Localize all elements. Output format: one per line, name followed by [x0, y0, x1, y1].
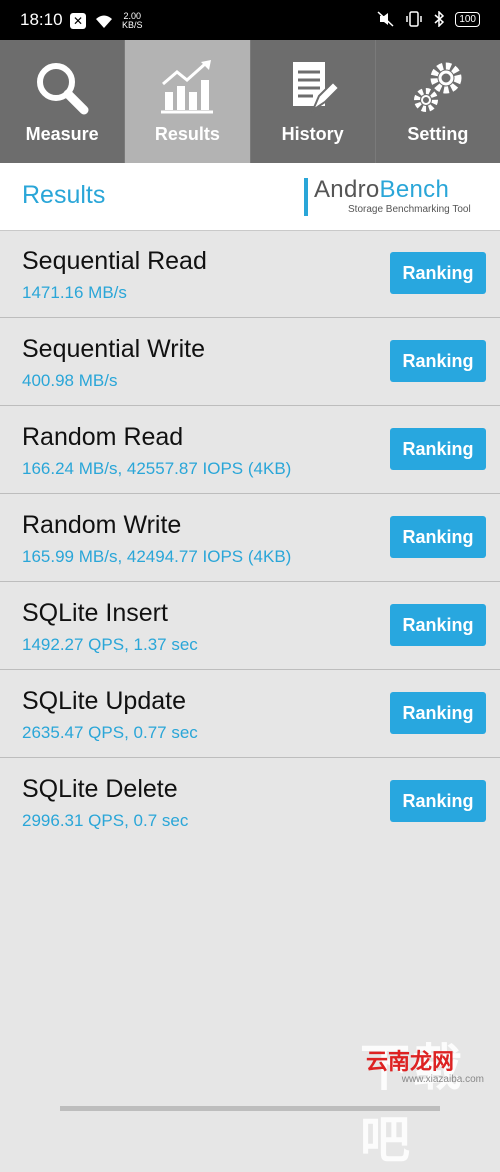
battery-icon: 100: [455, 11, 480, 27]
androbench-logo: AndroBench Storage Benchmarking Tool: [304, 176, 480, 218]
tab-label: Setting: [407, 124, 469, 144]
status-bar: 18:10 ✕ 2.00 KB/S 100: [0, 0, 500, 40]
navigation-gesture-bar[interactable]: [60, 1106, 440, 1111]
ranking-button[interactable]: Ranking: [390, 604, 486, 646]
logo-bar: [304, 178, 308, 216]
wifi-icon: [96, 15, 112, 28]
net-speed: 2.00 KB/S: [122, 11, 143, 30]
tab-measure[interactable]: Measure: [0, 40, 126, 163]
result-row-random-write: Random Write 165.99 MB/s, 42494.77 IOPS …: [0, 494, 500, 582]
page-title: Results: [22, 181, 106, 209]
result-value: 2996.31 QPS, 0.7 sec: [22, 811, 189, 830]
bluetooth-icon: [434, 11, 445, 27]
result-value: 1492.27 QPS, 1.37 sec: [22, 635, 198, 654]
result-value: 400.98 MB/s: [22, 371, 118, 390]
ranking-button[interactable]: Ranking: [390, 428, 486, 470]
ranking-button[interactable]: Ranking: [390, 340, 486, 382]
mute-vibrate-icon: [377, 11, 394, 27]
result-value: 1471.16 MB/s: [22, 283, 127, 302]
status-time: 18:10: [20, 10, 63, 29]
result-value: 165.99 MB/s, 42494.77 IOPS (4KB): [22, 547, 292, 566]
tab-label: Results: [154, 124, 220, 144]
result-name: Random Read: [22, 423, 184, 451]
notification-icon: ✕: [70, 13, 86, 29]
result-value: 2635.47 QPS, 0.77 sec: [22, 723, 198, 742]
tab-bar: Measure Results History Setting: [0, 40, 500, 163]
logo-subtitle: Storage Benchmarking Tool: [348, 204, 471, 215]
result-row-sequential-write: Sequential Write 400.98 MB/s Ranking: [0, 318, 500, 406]
document-pen-icon: [292, 62, 341, 113]
ranking-button[interactable]: Ranking: [390, 516, 486, 558]
result-row-sqlite-insert: SQLite Insert 1492.27 QPS, 1.37 sec Rank…: [0, 582, 500, 670]
watermark-red-text: 云南龙网: [365, 1049, 454, 1074]
tab-label: Measure: [25, 124, 99, 144]
results-list: Sequential Read 1471.16 MB/s Ranking Seq…: [0, 230, 500, 845]
vibrate-icon: [406, 11, 423, 27]
watermark: 下载吧 云南龙网 www.xiazaiba.com: [360, 1040, 490, 1168]
result-row-sqlite-update: SQLite Update 2635.47 QPS, 0.77 sec Rank…: [0, 670, 500, 758]
result-row-sequential-read: Sequential Read 1471.16 MB/s Ranking: [0, 230, 500, 318]
result-name: Sequential Read: [22, 247, 207, 275]
chart-icon: [161, 60, 214, 114]
header: Results AndroBench Storage Benchmarking …: [0, 163, 500, 231]
ranking-button[interactable]: Ranking: [390, 780, 486, 822]
tab-setting[interactable]: Setting: [376, 40, 500, 163]
gears-icon: [413, 62, 462, 112]
result-name: SQLite Update: [22, 687, 186, 715]
ranking-button[interactable]: Ranking: [390, 252, 486, 294]
watermark-url: www.xiazaiba.com: [401, 1074, 484, 1085]
logo-text-bench: Bench: [379, 176, 450, 203]
result-row-sqlite-delete: SQLite Delete 2996.31 QPS, 0.7 sec Ranki…: [0, 758, 500, 845]
tab-label: History: [281, 124, 344, 144]
result-name: SQLite Insert: [22, 599, 168, 627]
result-name: Sequential Write: [22, 335, 205, 363]
ranking-button[interactable]: Ranking: [390, 692, 486, 734]
result-name: SQLite Delete: [22, 775, 178, 803]
logo-text-andro: Andro: [314, 176, 380, 203]
tab-history[interactable]: History: [251, 40, 376, 163]
magnifier-icon: [37, 63, 89, 115]
result-row-random-read: Random Read 166.24 MB/s, 42557.87 IOPS (…: [0, 406, 500, 494]
tab-results[interactable]: Results: [125, 40, 251, 163]
result-name: Random Write: [22, 511, 182, 539]
result-value: 166.24 MB/s, 42557.87 IOPS (4KB): [22, 459, 292, 478]
